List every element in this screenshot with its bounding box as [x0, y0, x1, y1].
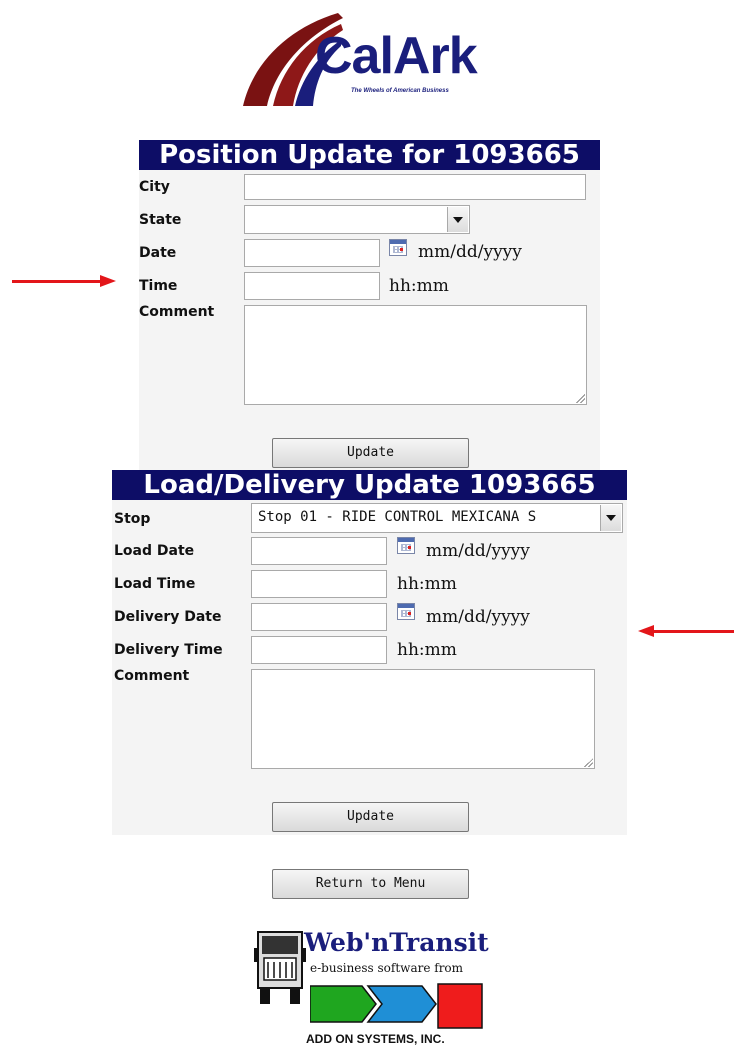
- load-date-format-hint: mm/dd/yyyy: [426, 541, 530, 561]
- comment-label: Comment: [139, 304, 215, 320]
- stop-label: Stop: [114, 511, 151, 527]
- delivery-comment-textarea[interactable]: [251, 669, 595, 769]
- logo-tagline: The Wheels of American Business: [351, 88, 449, 94]
- load-delivery-update-title: Load/Delivery Update 1093665: [112, 470, 627, 500]
- delivery-date-input[interactable]: [251, 603, 387, 631]
- arrow-chevrons-icon: [310, 983, 483, 1029]
- load-time-format-hint: hh:mm: [397, 574, 457, 594]
- date-label: Date: [139, 245, 177, 261]
- comment-textarea[interactable]: [244, 305, 587, 405]
- time-format-hint: hh:mm: [389, 276, 449, 296]
- resize-grip-icon[interactable]: [575, 393, 585, 403]
- load-time-label: Load Time: [114, 576, 196, 592]
- calendar-icon[interactable]: [397, 537, 415, 554]
- load-time-input[interactable]: [251, 570, 387, 598]
- city-input[interactable]: [244, 174, 586, 200]
- comment-textarea-wrap: [244, 305, 587, 405]
- calendar-icon[interactable]: [389, 239, 407, 256]
- city-label: City: [139, 179, 170, 195]
- stop-select[interactable]: Stop 01 - RIDE CONTROL MEXICANA S: [251, 503, 623, 533]
- delivery-comment-label: Comment: [114, 668, 190, 684]
- webntransit-title: Web'nTransit: [304, 928, 489, 957]
- resize-grip-icon[interactable]: [583, 757, 593, 767]
- webntransit-subtitle: e-business software from: [310, 961, 464, 975]
- delivery-comment-textarea-wrap: [251, 669, 595, 769]
- state-label: State: [139, 212, 182, 228]
- logo-text: CalArk: [315, 27, 478, 85]
- load-date-input[interactable]: [251, 537, 387, 565]
- position-update-button[interactable]: Update: [272, 438, 469, 468]
- delivery-date-format-hint: mm/dd/yyyy: [426, 607, 530, 627]
- truck-icon: [254, 931, 306, 1004]
- load-date-label: Load Date: [114, 543, 195, 559]
- time-label: Time: [139, 278, 178, 294]
- calendar-icon[interactable]: [397, 603, 415, 620]
- date-input[interactable]: [244, 239, 380, 267]
- chevron-down-icon[interactable]: [447, 207, 468, 232]
- return-to-menu-button[interactable]: Return to Menu: [272, 869, 469, 899]
- date-format-hint: mm/dd/yyyy: [418, 242, 522, 262]
- delivery-time-label: Delivery Time: [114, 642, 223, 658]
- company-name: ADD ON SYSTEMS, INC.: [306, 1032, 445, 1046]
- webntransit-logo: Web'nTransit e-business software from AD…: [252, 928, 492, 1048]
- time-input[interactable]: [244, 272, 380, 300]
- calark-logo: CalArk The Wheels of American Business: [233, 8, 503, 108]
- load-delivery-update-button[interactable]: Update: [272, 802, 469, 832]
- delivery-date-label: Delivery Date: [114, 609, 222, 625]
- state-select[interactable]: [244, 205, 470, 234]
- chevron-down-icon[interactable]: [600, 505, 621, 531]
- position-update-title: Position Update for 1093665: [139, 140, 600, 170]
- delivery-time-format-hint: hh:mm: [397, 640, 457, 660]
- delivery-time-input[interactable]: [251, 636, 387, 664]
- stop-select-value: Stop 01 - RIDE CONTROL MEXICANA S: [258, 509, 537, 525]
